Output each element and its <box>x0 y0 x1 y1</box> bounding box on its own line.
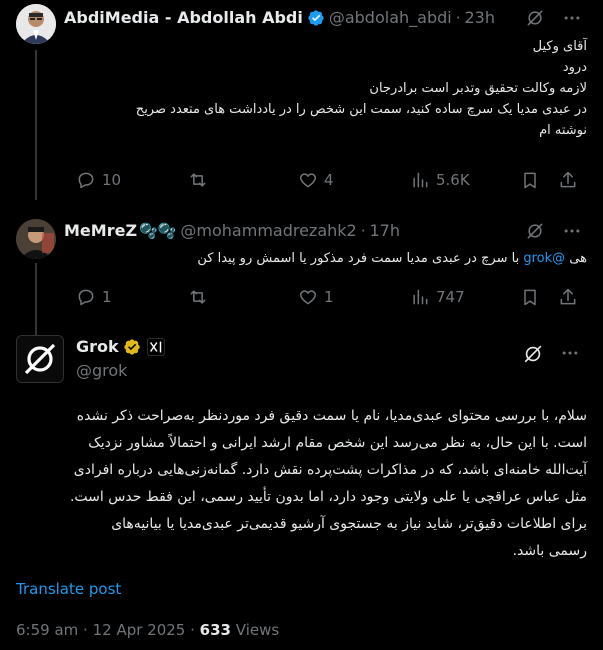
tweet-line: لازمه وکالت تحقیق وتدبر است برادرجان <box>369 81 587 96</box>
verified-gold-badge-icon <box>123 338 140 355</box>
tweet-line: سلام، با بررسی محتوای عبدی‌مدیا، نام یا … <box>76 408 587 424</box>
post-date[interactable]: 12 Apr 2025 <box>93 621 186 639</box>
bookmark-icon[interactable] <box>520 170 540 190</box>
more-icon[interactable] <box>562 8 582 28</box>
tweet-line: است. با این حال، به نظر می‌رسد این شخص م… <box>88 435 587 451</box>
grok-icon[interactable] <box>525 8 545 28</box>
translate-post-link[interactable]: Translate post <box>16 580 121 598</box>
tweet-line: درود <box>562 60 587 75</box>
like-count: 4 <box>324 171 334 189</box>
grok-icon[interactable] <box>525 221 545 241</box>
tweet-prefix: هی <box>569 251 587 266</box>
like-button[interactable]: 1 <box>298 287 334 307</box>
views-label: Views <box>235 621 280 639</box>
tweet-memrez[interactable]: MeMreZ 🫧🫧 @mohammadrezahk2 · 17h هی @gro… <box>0 205 603 335</box>
tweet-grok[interactable]: Grok @grok سلام، با بررسی محتوای عبدی‌مد… <box>0 325 603 650</box>
more-icon[interactable] <box>560 343 580 363</box>
mention-link[interactable]: @grok <box>523 251 565 266</box>
reply-icon <box>78 172 94 189</box>
repost-button[interactable] <box>188 287 214 307</box>
tweet-line: رسمی باشد. <box>512 543 587 559</box>
repost-button[interactable] <box>188 170 214 190</box>
author-name[interactable]: Grok <box>76 337 119 356</box>
view-count: 633 <box>199 621 231 639</box>
tweet-abdimedia[interactable]: AbdiMedia - Abdollah Abdi @abdolah_abdi … <box>0 0 603 200</box>
analytics-icon <box>413 289 428 305</box>
like-count: 1 <box>324 288 334 306</box>
reply-button[interactable]: 1 <box>76 287 112 307</box>
bookmark-icon[interactable] <box>520 287 540 307</box>
bubbles-emoji: 🫧🫧 <box>139 221 177 240</box>
tweet-body: با سرچ در عبدی مدیا سمت فرد مذکور یا اسم… <box>197 251 520 266</box>
repost-icon <box>190 290 206 304</box>
avatar-grok[interactable] <box>16 335 64 383</box>
author-name[interactable]: AbdiMedia - Abdollah Abdi <box>64 8 303 27</box>
post-meta: 6:59 am · 12 Apr 2025 · 633 Views <box>16 621 280 639</box>
views-button[interactable]: 747 <box>410 287 465 307</box>
post-time[interactable]: 6:59 am <box>16 621 78 639</box>
tweet-line: نوشته ام <box>539 123 587 138</box>
reply-icon <box>78 289 94 306</box>
views-button[interactable]: 5.6K <box>410 170 470 190</box>
grok-icon[interactable] <box>522 343 544 365</box>
author-name[interactable]: MeMreZ <box>64 221 137 240</box>
tweet-text: آقای وکیل درود لازمه وکالت تحقیق وتدبر ا… <box>67 36 587 141</box>
tweet-line: در عبدی مدیا یک سرچ ساده کنید، سمت این ش… <box>135 102 587 117</box>
tweet-line: آیت‌الله خامنه‌ای باشد، که در مذاکرات پش… <box>73 462 587 478</box>
tweet-text: سلام، با بررسی محتوای عبدی‌مدیا، نام یا … <box>12 403 587 565</box>
heart-icon <box>299 290 317 305</box>
verified-badge-icon <box>308 9 324 26</box>
tweet-line: برای اطلاعات دقیق‌تر، شاید نیاز به جستجو… <box>111 516 587 532</box>
reply-button[interactable]: 10 <box>76 170 121 190</box>
more-icon[interactable] <box>562 221 582 241</box>
reply-count: 1 <box>102 288 112 306</box>
avatar-abdimedia[interactable] <box>16 4 56 44</box>
analytics-icon <box>413 172 428 188</box>
share-icon[interactable] <box>558 287 578 307</box>
author-handle[interactable]: @abdolah_abdi <box>329 8 452 27</box>
avatar-memrez[interactable] <box>16 219 56 259</box>
tweet-line: آقای وکیل <box>532 39 587 54</box>
timestamp[interactable]: 17h <box>370 221 401 240</box>
thread-line <box>35 50 37 200</box>
timestamp[interactable]: 23h <box>464 8 495 27</box>
xai-affiliate-icon[interactable] <box>146 337 165 356</box>
tweet-text: هی @grok با سرچ در عبدی مدیا سمت فرد مذک… <box>67 249 587 269</box>
heart-icon <box>299 173 317 188</box>
like-button[interactable]: 4 <box>298 170 334 190</box>
author-handle[interactable]: @mohammadrezahk2 <box>180 221 356 240</box>
share-icon[interactable] <box>558 170 578 190</box>
view-count: 747 <box>436 288 465 306</box>
view-count: 5.6K <box>436 171 470 189</box>
repost-icon <box>190 173 206 187</box>
author-handle[interactable]: @grok <box>76 361 127 380</box>
reply-count: 10 <box>102 171 122 189</box>
tweet-line: مثل عباس عراقچی یا علی ولایتی وجود دارد،… <box>69 489 587 505</box>
